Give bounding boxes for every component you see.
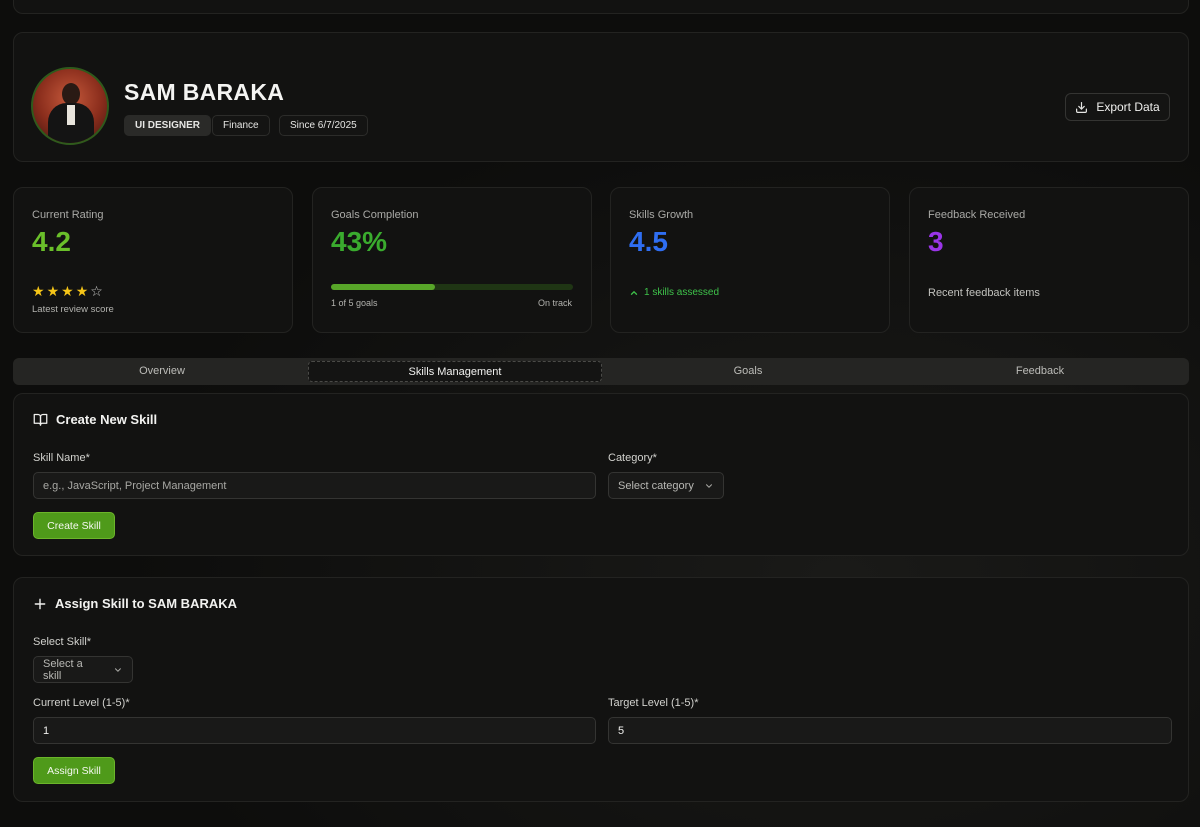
skill-select[interactable]: Select a skill <box>33 656 133 683</box>
create-skill-title: Create New Skill <box>33 412 157 427</box>
tab-skills-management[interactable]: Skills Management <box>308 361 602 382</box>
skill-name-input[interactable] <box>33 472 596 499</box>
goals-status: On track <box>537 298 572 308</box>
tab-bar: Overview Skills Management Goals Feedbac… <box>13 358 1189 385</box>
goals-progress-bar <box>331 284 573 290</box>
category-label: Category* <box>608 452 657 464</box>
book-icon <box>33 413 48 426</box>
current-level-label: Current Level (1-5)* <box>33 697 130 709</box>
target-level-input[interactable] <box>608 717 1172 744</box>
feedback-received-card: Feedback Received 3 Recent feedback item… <box>909 187 1189 333</box>
star-empty-icon: ☆ <box>90 283 103 299</box>
goals-progress-fill <box>331 284 436 290</box>
stat-label: Current Rating <box>32 209 104 221</box>
assign-skill-heading: Assign Skill to SAM BARAKA <box>55 596 238 611</box>
export-data-button[interactable]: Export Data <box>1065 93 1170 121</box>
feedback-sub: Recent feedback items <box>928 287 1040 299</box>
avatar <box>31 67 109 145</box>
assign-skill-title: Assign Skill to SAM BARAKA <box>33 596 237 611</box>
tab-overview[interactable]: Overview <box>16 361 308 382</box>
rating-sub: Latest review score <box>32 304 114 315</box>
star-filled-icon: ★ <box>46 283 60 299</box>
assign-skill-panel: Assign Skill to SAM BARAKA Select Skill*… <box>13 577 1189 802</box>
export-data-label: Export Data <box>1096 100 1160 114</box>
skill-name-label: Skill Name* <box>33 452 90 464</box>
category-select[interactable]: Select category <box>608 472 724 499</box>
assign-skill-button[interactable]: Assign Skill <box>33 757 115 784</box>
top-bar-panel <box>13 0 1189 14</box>
skills-value: 4.5 <box>629 226 668 257</box>
target-level-label: Target Level (1-5)* <box>608 697 699 709</box>
tab-goals[interactable]: Goals <box>602 361 894 382</box>
rating-stars: ★ ★ ★ ★ ☆ <box>32 283 103 300</box>
rating-value: 4.2 <box>32 226 71 257</box>
create-skill-button[interactable]: Create Skill <box>33 512 115 539</box>
stat-label: Feedback Received <box>928 209 1026 221</box>
goals-completion-card: Goals Completion 43% 1 of 5 goals On tra… <box>312 187 592 333</box>
current-level-input[interactable] <box>33 717 596 744</box>
create-skill-heading: Create New Skill <box>56 412 158 427</box>
profile-header: SAM BARAKA UI DESIGNER Finance Since 6/7… <box>13 32 1189 162</box>
current-rating-card: Current Rating 4.2 ★ ★ ★ ★ ☆ Latest revi… <box>13 187 293 333</box>
tab-feedback[interactable]: Feedback <box>894 361 1186 382</box>
feedback-value: 3 <box>928 226 944 257</box>
skills-assessed-text: 1 skills assessed <box>644 287 720 298</box>
star-filled-icon: ★ <box>75 283 89 299</box>
chevron-down-icon <box>115 667 122 672</box>
goals-value: 43% <box>331 226 388 257</box>
department-badge: Finance <box>212 115 270 136</box>
role-badge: UI DESIGNER <box>124 115 212 136</box>
star-filled-icon: ★ <box>32 283 45 299</box>
chevron-up-icon <box>630 290 638 295</box>
select-skill-label: Select Skill* <box>33 636 92 648</box>
category-select-value: Select category <box>618 479 694 492</box>
star-filled-icon: ★ <box>61 283 74 299</box>
skill-select-value: Select a skill <box>43 657 83 682</box>
plus-icon <box>34 598 46 609</box>
create-skill-panel: Create New Skill Skill Name* Category* S… <box>13 393 1189 556</box>
skills-growth-card: Skills Growth 4.5 1 skills assessed <box>610 187 890 333</box>
chevron-down-icon <box>705 483 712 488</box>
stat-label: Skills Growth <box>629 209 694 221</box>
since-badge: Since 6/7/2025 <box>279 115 368 136</box>
stat-label: Goals Completion <box>331 209 419 221</box>
download-icon <box>1076 101 1088 113</box>
profile-name: SAM BARAKA <box>124 79 285 105</box>
skills-assessed: 1 skills assessed <box>629 287 719 298</box>
goals-count: 1 of 5 goals <box>331 298 378 308</box>
